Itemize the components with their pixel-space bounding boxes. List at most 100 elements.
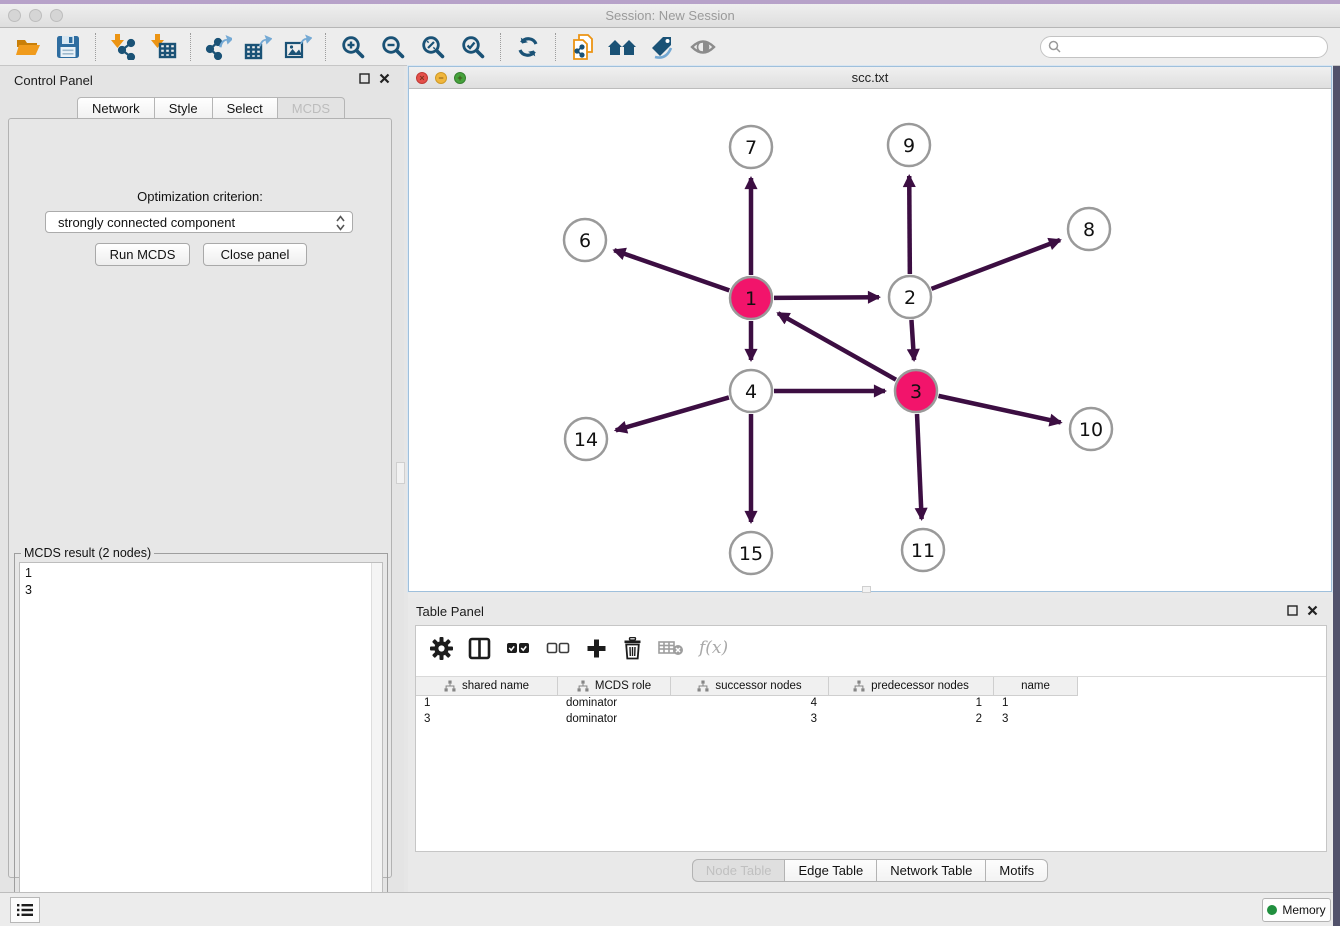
cell-successor-nodes[interactable]: 4	[671, 696, 829, 712]
tab-style[interactable]: Style	[155, 97, 213, 119]
horizontal-splitter-handle[interactable]	[862, 586, 871, 593]
graph-node-label: 15	[739, 543, 763, 565]
graph-edge-1-6[interactable]	[614, 250, 729, 290]
select-all-rows-icon[interactable]	[506, 640, 531, 656]
cell-name[interactable]: 1	[994, 696, 1078, 712]
delete-table-icon[interactable]	[658, 639, 684, 657]
column-label: MCDS role	[595, 680, 651, 692]
select-columns-icon[interactable]	[468, 637, 491, 660]
table-settings-gear-icon[interactable]	[430, 637, 453, 660]
graph-edge-3-10[interactable]	[938, 396, 1060, 423]
deselect-all-rows-icon[interactable]	[546, 640, 571, 656]
delete-column-trash-icon[interactable]	[622, 637, 643, 660]
cell-mcds-role[interactable]: dominator	[558, 712, 671, 728]
cell-shared-name[interactable]: 3	[416, 712, 558, 728]
graph-node-label: 11	[911, 540, 935, 562]
search-input[interactable]	[1061, 38, 1327, 56]
tab-motifs[interactable]: Motifs	[986, 859, 1048, 882]
network-graph[interactable]: 7968124314101511	[409, 89, 1331, 591]
refresh-view-icon[interactable]	[508, 30, 548, 64]
search-icon	[1048, 40, 1061, 53]
close-panel-button[interactable]: Close panel	[203, 243, 307, 266]
result-scrollbar[interactable]	[371, 563, 382, 919]
import-table-icon[interactable]	[143, 30, 183, 64]
save-session-icon[interactable]	[48, 30, 88, 64]
control-panel-tabs: Network Style Select MCDS	[77, 97, 345, 119]
table-panel-title: Table Panel	[416, 604, 484, 619]
mcds-result-group: MCDS result (2 nodes) 1 3	[14, 553, 388, 925]
cell-mcds-role[interactable]: dominator	[558, 696, 671, 712]
export-network-icon[interactable]	[198, 30, 238, 64]
network-view-window[interactable]: × − + scc.txt 7968124314101511	[408, 66, 1332, 592]
tab-network[interactable]: Network	[77, 97, 155, 119]
cell-predecessor-nodes[interactable]: 2	[829, 712, 994, 728]
graph-node-label: 4	[745, 381, 757, 403]
table-row[interactable]: 1 dominator 4 1 1	[416, 696, 1326, 712]
float-panel-icon[interactable]	[359, 73, 370, 84]
network-window-titlebar[interactable]: × − + scc.txt	[409, 67, 1331, 89]
graph-node-label: 7	[745, 137, 757, 159]
column-header-name[interactable]: name	[994, 677, 1078, 696]
graph-edge-1-2[interactable]	[774, 297, 879, 298]
float-table-panel-icon[interactable]	[1287, 605, 1298, 616]
graph-edge-3-11[interactable]	[917, 414, 922, 519]
graph-edge-2-8[interactable]	[932, 240, 1061, 289]
column-header-predecessor-nodes[interactable]: predecessor nodes	[829, 677, 994, 696]
vertical-splitter-handle[interactable]	[396, 462, 405, 484]
node-table[interactable]: shared name MCDS role successor nodes pr…	[416, 676, 1326, 728]
close-table-panel-icon[interactable]	[1307, 605, 1318, 616]
zoom-out-icon[interactable]	[373, 30, 413, 64]
column-type-icon	[444, 680, 456, 692]
background-window-edge	[1333, 66, 1340, 926]
table-toolbar: f(x)	[416, 626, 1326, 670]
task-history-button[interactable]	[10, 897, 40, 923]
search-field[interactable]	[1040, 36, 1328, 58]
export-image-icon[interactable]	[278, 30, 318, 64]
column-header-shared-name[interactable]: shared name	[416, 677, 558, 696]
node-table-container: f(x) shared name MCDS role successor nod…	[415, 625, 1327, 852]
tab-node-table[interactable]: Node Table	[692, 859, 786, 882]
hide-labels-icon[interactable]	[643, 30, 683, 64]
cell-predecessor-nodes[interactable]: 1	[829, 696, 994, 712]
column-label: predecessor nodes	[871, 680, 969, 692]
criterion-dropdown[interactable]: strongly connected component	[45, 211, 353, 233]
app-titlebar[interactable]: Session: New Session	[0, 4, 1340, 28]
open-session-icon[interactable]	[8, 30, 48, 64]
show-details-eye-icon[interactable]	[683, 30, 723, 64]
table-row[interactable]: 3 dominator 3 2 3	[416, 712, 1326, 728]
tab-mcds[interactable]: MCDS	[278, 97, 345, 119]
cell-successor-nodes[interactable]: 3	[671, 712, 829, 728]
graph-node-label: 1	[745, 288, 757, 310]
graph-edge-3-1[interactable]	[778, 313, 896, 379]
zoom-fit-icon[interactable]	[413, 30, 453, 64]
tab-network-table[interactable]: Network Table	[877, 859, 986, 882]
network-canvas[interactable]: 7968124314101511	[409, 89, 1331, 591]
add-column-icon[interactable]	[586, 638, 607, 659]
graph-edge-2-3[interactable]	[911, 320, 914, 360]
export-table-icon[interactable]	[238, 30, 278, 64]
cell-shared-name[interactable]: 1	[416, 696, 558, 712]
close-panel-icon[interactable]	[379, 73, 390, 84]
run-mcds-button[interactable]: Run MCDS	[95, 243, 190, 266]
zoom-in-icon[interactable]	[333, 30, 373, 64]
control-panel-title: Control Panel	[14, 73, 93, 88]
column-label: successor nodes	[715, 680, 801, 692]
column-header-successor-nodes[interactable]: successor nodes	[671, 677, 829, 696]
graph-edge-4-14[interactable]	[616, 397, 729, 430]
memory-button[interactable]: Memory	[1262, 898, 1331, 922]
column-type-icon	[577, 680, 589, 692]
column-type-icon	[697, 680, 709, 692]
clone-network-icon[interactable]	[563, 30, 603, 64]
cell-name[interactable]: 3	[994, 712, 1078, 728]
table-header-row: shared name MCDS role successor nodes pr…	[416, 676, 1326, 696]
import-network-icon[interactable]	[103, 30, 143, 64]
mcds-result-textarea[interactable]: 1 3	[19, 562, 383, 920]
first-neighbors-icon[interactable]	[603, 30, 643, 64]
graph-edge-2-9[interactable]	[909, 176, 910, 274]
column-header-mcds-role[interactable]: MCDS role	[558, 677, 671, 696]
tab-edge-table[interactable]: Edge Table	[785, 859, 877, 882]
function-builder-icon: f(x)	[699, 638, 728, 658]
tab-select[interactable]: Select	[213, 97, 278, 119]
zoom-selected-icon[interactable]	[453, 30, 493, 64]
toolbar-separator	[325, 33, 326, 61]
